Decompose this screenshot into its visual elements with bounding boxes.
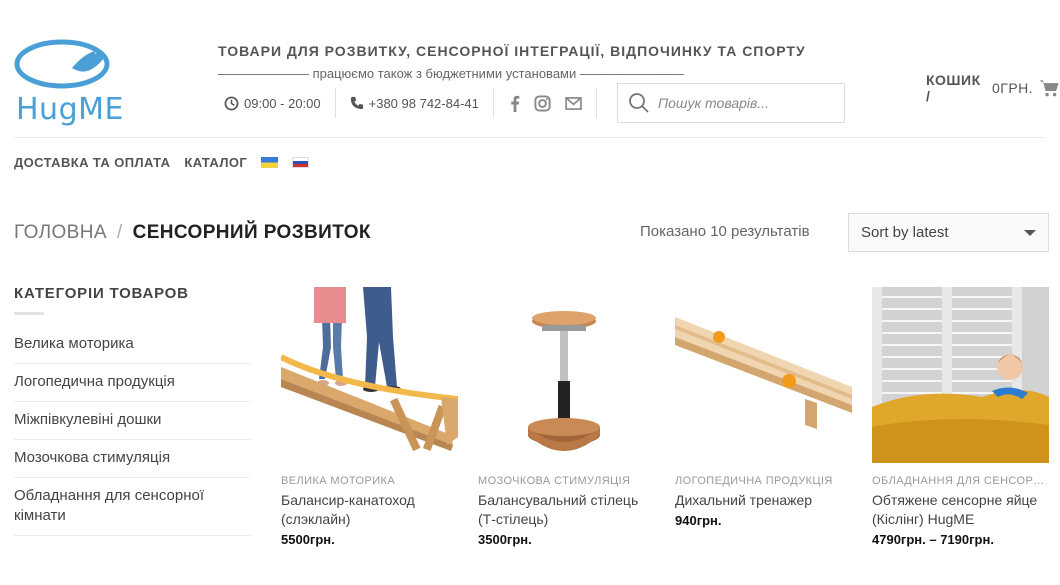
- divider: [595, 88, 597, 118]
- category-item[interactable]: Мозочкова стимуляція: [14, 440, 251, 478]
- title-underline: [14, 312, 44, 315]
- cart-link[interactable]: КОШИК / 0ГРН.: [926, 72, 1060, 104]
- search-input[interactable]: [658, 95, 838, 111]
- clock-icon: [224, 96, 239, 110]
- social-links: [510, 94, 582, 112]
- phone-icon: [350, 96, 363, 110]
- cart-label: КОШИК /: [926, 72, 981, 104]
- product-image[interactable]: [478, 287, 655, 463]
- product-category[interactable]: МОЗОЧКОВА СТИМУЛЯЦІЯ: [478, 475, 655, 487]
- breadcrumb-home[interactable]: ГОЛОВНА: [14, 222, 107, 244]
- hours: 09:00 - 20:00: [224, 96, 321, 111]
- product-image[interactable]: [872, 287, 1049, 463]
- product-category[interactable]: ЛОГОПЕДИЧНА ПРОДУКЦІЯ: [675, 475, 852, 487]
- category-item[interactable]: Обладнання для сенсорної кімнати: [14, 478, 251, 536]
- product-price: 4790грн. – 7190грн.: [872, 532, 994, 547]
- product-name[interactable]: Обтяжене сенсорне яйце (Кіслінг) HugME: [872, 491, 1049, 529]
- sensory-egg-image: [872, 287, 1049, 463]
- hours-text: 09:00 - 20:00: [244, 95, 321, 111]
- category-list: Велика моторика Логопедична продукція Мі…: [14, 332, 251, 536]
- sidebar-title: КАТЕГОРІИ ТОВАРОВ: [14, 285, 189, 302]
- divider: [492, 88, 494, 118]
- facebook-icon[interactable]: [510, 95, 520, 112]
- category-item[interactable]: Логопедична продукція: [14, 364, 251, 402]
- logo[interactable]: HugME: [14, 38, 123, 128]
- caret-down-icon: [1024, 229, 1036, 236]
- product-price: 940грн.: [675, 513, 722, 528]
- contact-bar: 09:00 - 20:00 +380 98 742-84-41: [224, 88, 611, 118]
- mail-icon[interactable]: [565, 96, 582, 110]
- instagram-icon[interactable]: [534, 94, 551, 112]
- breadcrumb: ГОЛОВНА / СЕНСОРНИЙ РОЗВИТОК: [14, 222, 371, 244]
- product-name[interactable]: Балансир-канатоход (слэклайн): [281, 491, 458, 529]
- cart-icon[interactable]: [1039, 78, 1060, 98]
- balance-stool-image: [528, 311, 600, 451]
- nav-item-delivery[interactable]: ДОСТАВКА ТА ОПЛАТА: [14, 155, 170, 170]
- header-divider: [14, 137, 1046, 138]
- breadcrumb-current: СЕНСОРНИЙ РОЗВИТОК: [132, 222, 371, 243]
- product-price: 3500грн.: [478, 532, 532, 547]
- cart-amount: 0ГРН.: [991, 80, 1034, 96]
- product-card[interactable]: ЛОГОПЕДИЧНА ПРОДУКЦІЯ Дихальний тренажер…: [675, 287, 852, 547]
- product-image[interactable]: [675, 287, 852, 463]
- breathing-trainer-image: [675, 317, 852, 429]
- product-grid: ВЕЛИКА МОТОРИКА Балансир-канатоход (слэк…: [281, 287, 1049, 547]
- search-icon[interactable]: [628, 92, 650, 114]
- category-sidebar: КАТЕГОРІИ ТОВАРОВ Велика моторика Логопе…: [14, 285, 251, 536]
- category-item[interactable]: Міжпівкулевіні дошки: [14, 402, 251, 440]
- product-card[interactable]: МОЗОЧКОВА СТИМУЛЯЦІЯ Балансувальний стіл…: [478, 287, 655, 547]
- product-name[interactable]: Балансувальний стілець (Т-стілець): [478, 491, 655, 529]
- product-price: 5500грн.: [281, 532, 335, 547]
- product-category[interactable]: ОБЛАДНАННЯ ДЛЯ СЕНСОРН...: [872, 475, 1049, 487]
- header-subline: ——————— працюємо також з бюджетними уста…: [218, 66, 684, 81]
- breadcrumb-separator: /: [116, 222, 123, 243]
- product-category[interactable]: ВЕЛИКА МОТОРИКА: [281, 475, 458, 487]
- product-card[interactable]: ОБЛАДНАННЯ ДЛЯ СЕНСОРН... Обтяжене сенсо…: [872, 287, 1049, 547]
- search-box[interactable]: [617, 83, 845, 123]
- category-item[interactable]: Велика моторика: [14, 332, 251, 364]
- nav-item-catalog[interactable]: КАТАЛОГ: [184, 155, 247, 170]
- russian-flag-icon[interactable]: [292, 157, 310, 168]
- main-nav: ДОСТАВКА ТА ОПЛАТА КАТАЛОГ: [14, 155, 310, 170]
- header-tagline: ТОВАРИ ДЛЯ РОЗВИТКУ, СЕНСОРНОЇ ІНТЕГРАЦІ…: [218, 43, 806, 59]
- product-image[interactable]: [281, 287, 458, 463]
- logo-hug-icon: [14, 39, 110, 89]
- product-card[interactable]: ВЕЛИКА МОТОРИКА Балансир-канатоход (слэк…: [281, 287, 458, 547]
- phone[interactable]: +380 98 742-84-41: [350, 96, 479, 111]
- divider: [334, 88, 336, 118]
- sort-selected: Sort by latest: [861, 224, 949, 241]
- ukrainian-flag-icon[interactable]: [261, 157, 279, 168]
- product-name[interactable]: Дихальний тренажер: [675, 491, 852, 510]
- sort-select[interactable]: Sort by latest: [848, 213, 1049, 252]
- phone-text[interactable]: +380 98 742-84-41: [369, 96, 479, 111]
- balance-beam-image: [281, 287, 458, 452]
- result-count: Показано 10 результатів: [640, 223, 810, 240]
- logo-text: HugME: [16, 92, 124, 127]
